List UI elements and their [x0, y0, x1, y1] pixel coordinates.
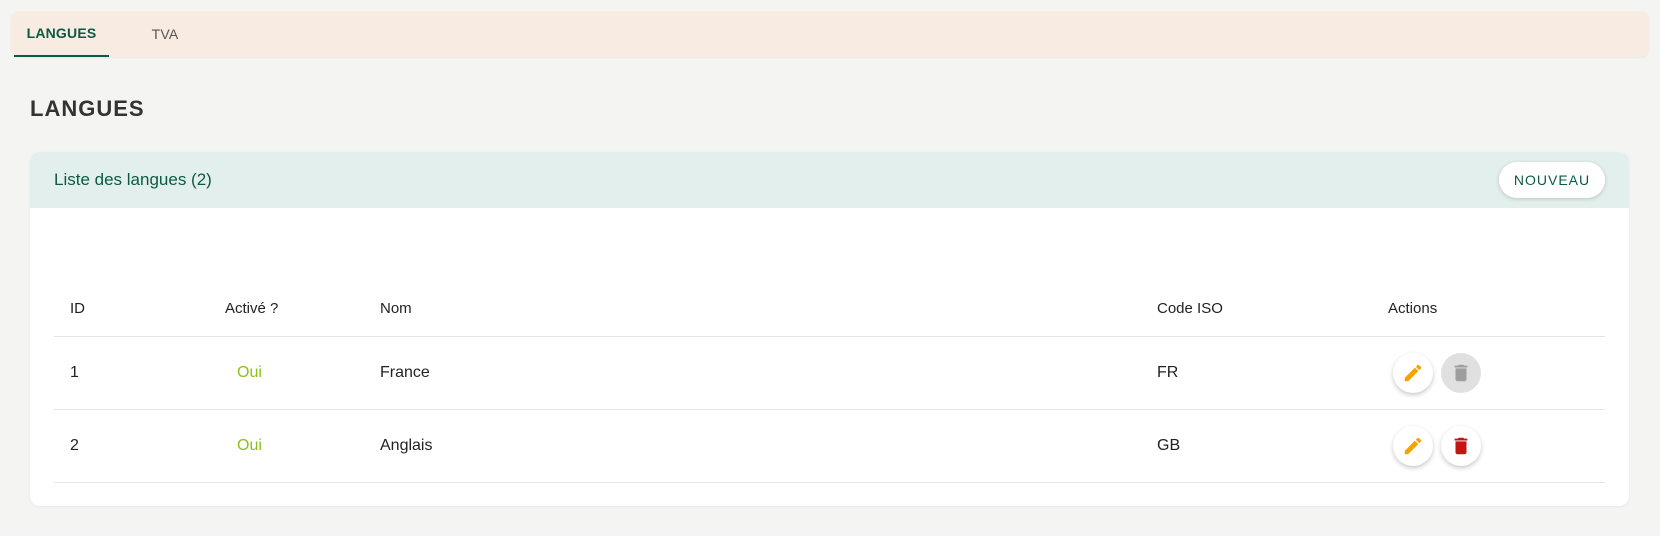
column-header-nom: Nom: [380, 299, 412, 317]
cell-nom: France: [380, 364, 430, 381]
cell-active: Oui: [237, 364, 262, 381]
edit-button[interactable]: [1393, 426, 1433, 466]
new-button[interactable]: NOUVEAU: [1499, 162, 1605, 198]
pencil-icon: [1404, 437, 1422, 455]
column-header-active: Activé ?: [225, 299, 279, 317]
cell-id: 2: [70, 437, 79, 454]
delete-button[interactable]: [1441, 426, 1481, 466]
cell-iso: FR: [1157, 364, 1179, 381]
edit-button[interactable]: [1393, 353, 1433, 393]
card-title: Liste des langues (2): [54, 170, 212, 189]
cell-actions: [1393, 337, 1489, 409]
pencil-icon: [1404, 364, 1422, 382]
trash-icon: [1454, 364, 1468, 382]
delete-button-disabled: [1441, 353, 1481, 393]
cell-iso: GB: [1157, 437, 1181, 454]
cell-active: Oui: [237, 437, 262, 454]
column-header-id: ID: [70, 299, 85, 317]
languages-card: Liste des langues (2) NOUVEAU ID Activé …: [30, 152, 1629, 506]
tab-bar: LANGUES TVA: [11, 11, 1649, 57]
column-header-actions: Actions: [1388, 299, 1438, 317]
trash-icon: [1454, 437, 1468, 455]
cell-actions: [1393, 410, 1489, 482]
table-row: 1 Oui France FR: [54, 337, 1605, 410]
table-row: 2 Oui Anglais GB: [54, 410, 1605, 483]
cell-nom: Anglais: [380, 437, 433, 454]
cell-id: 1: [70, 364, 79, 381]
tab-langues[interactable]: LANGUES: [14, 11, 109, 57]
languages-table: ID Activé ? Nom Code ISO Actions 1 Oui F…: [54, 280, 1605, 483]
page-title: LANGUES: [30, 96, 145, 121]
card-header: Liste des langues (2) NOUVEAU: [30, 152, 1629, 208]
tab-tva[interactable]: TVA: [121, 11, 209, 57]
table-header-row: ID Activé ? Nom Code ISO Actions: [54, 280, 1605, 337]
column-header-iso: Code ISO: [1157, 299, 1223, 317]
